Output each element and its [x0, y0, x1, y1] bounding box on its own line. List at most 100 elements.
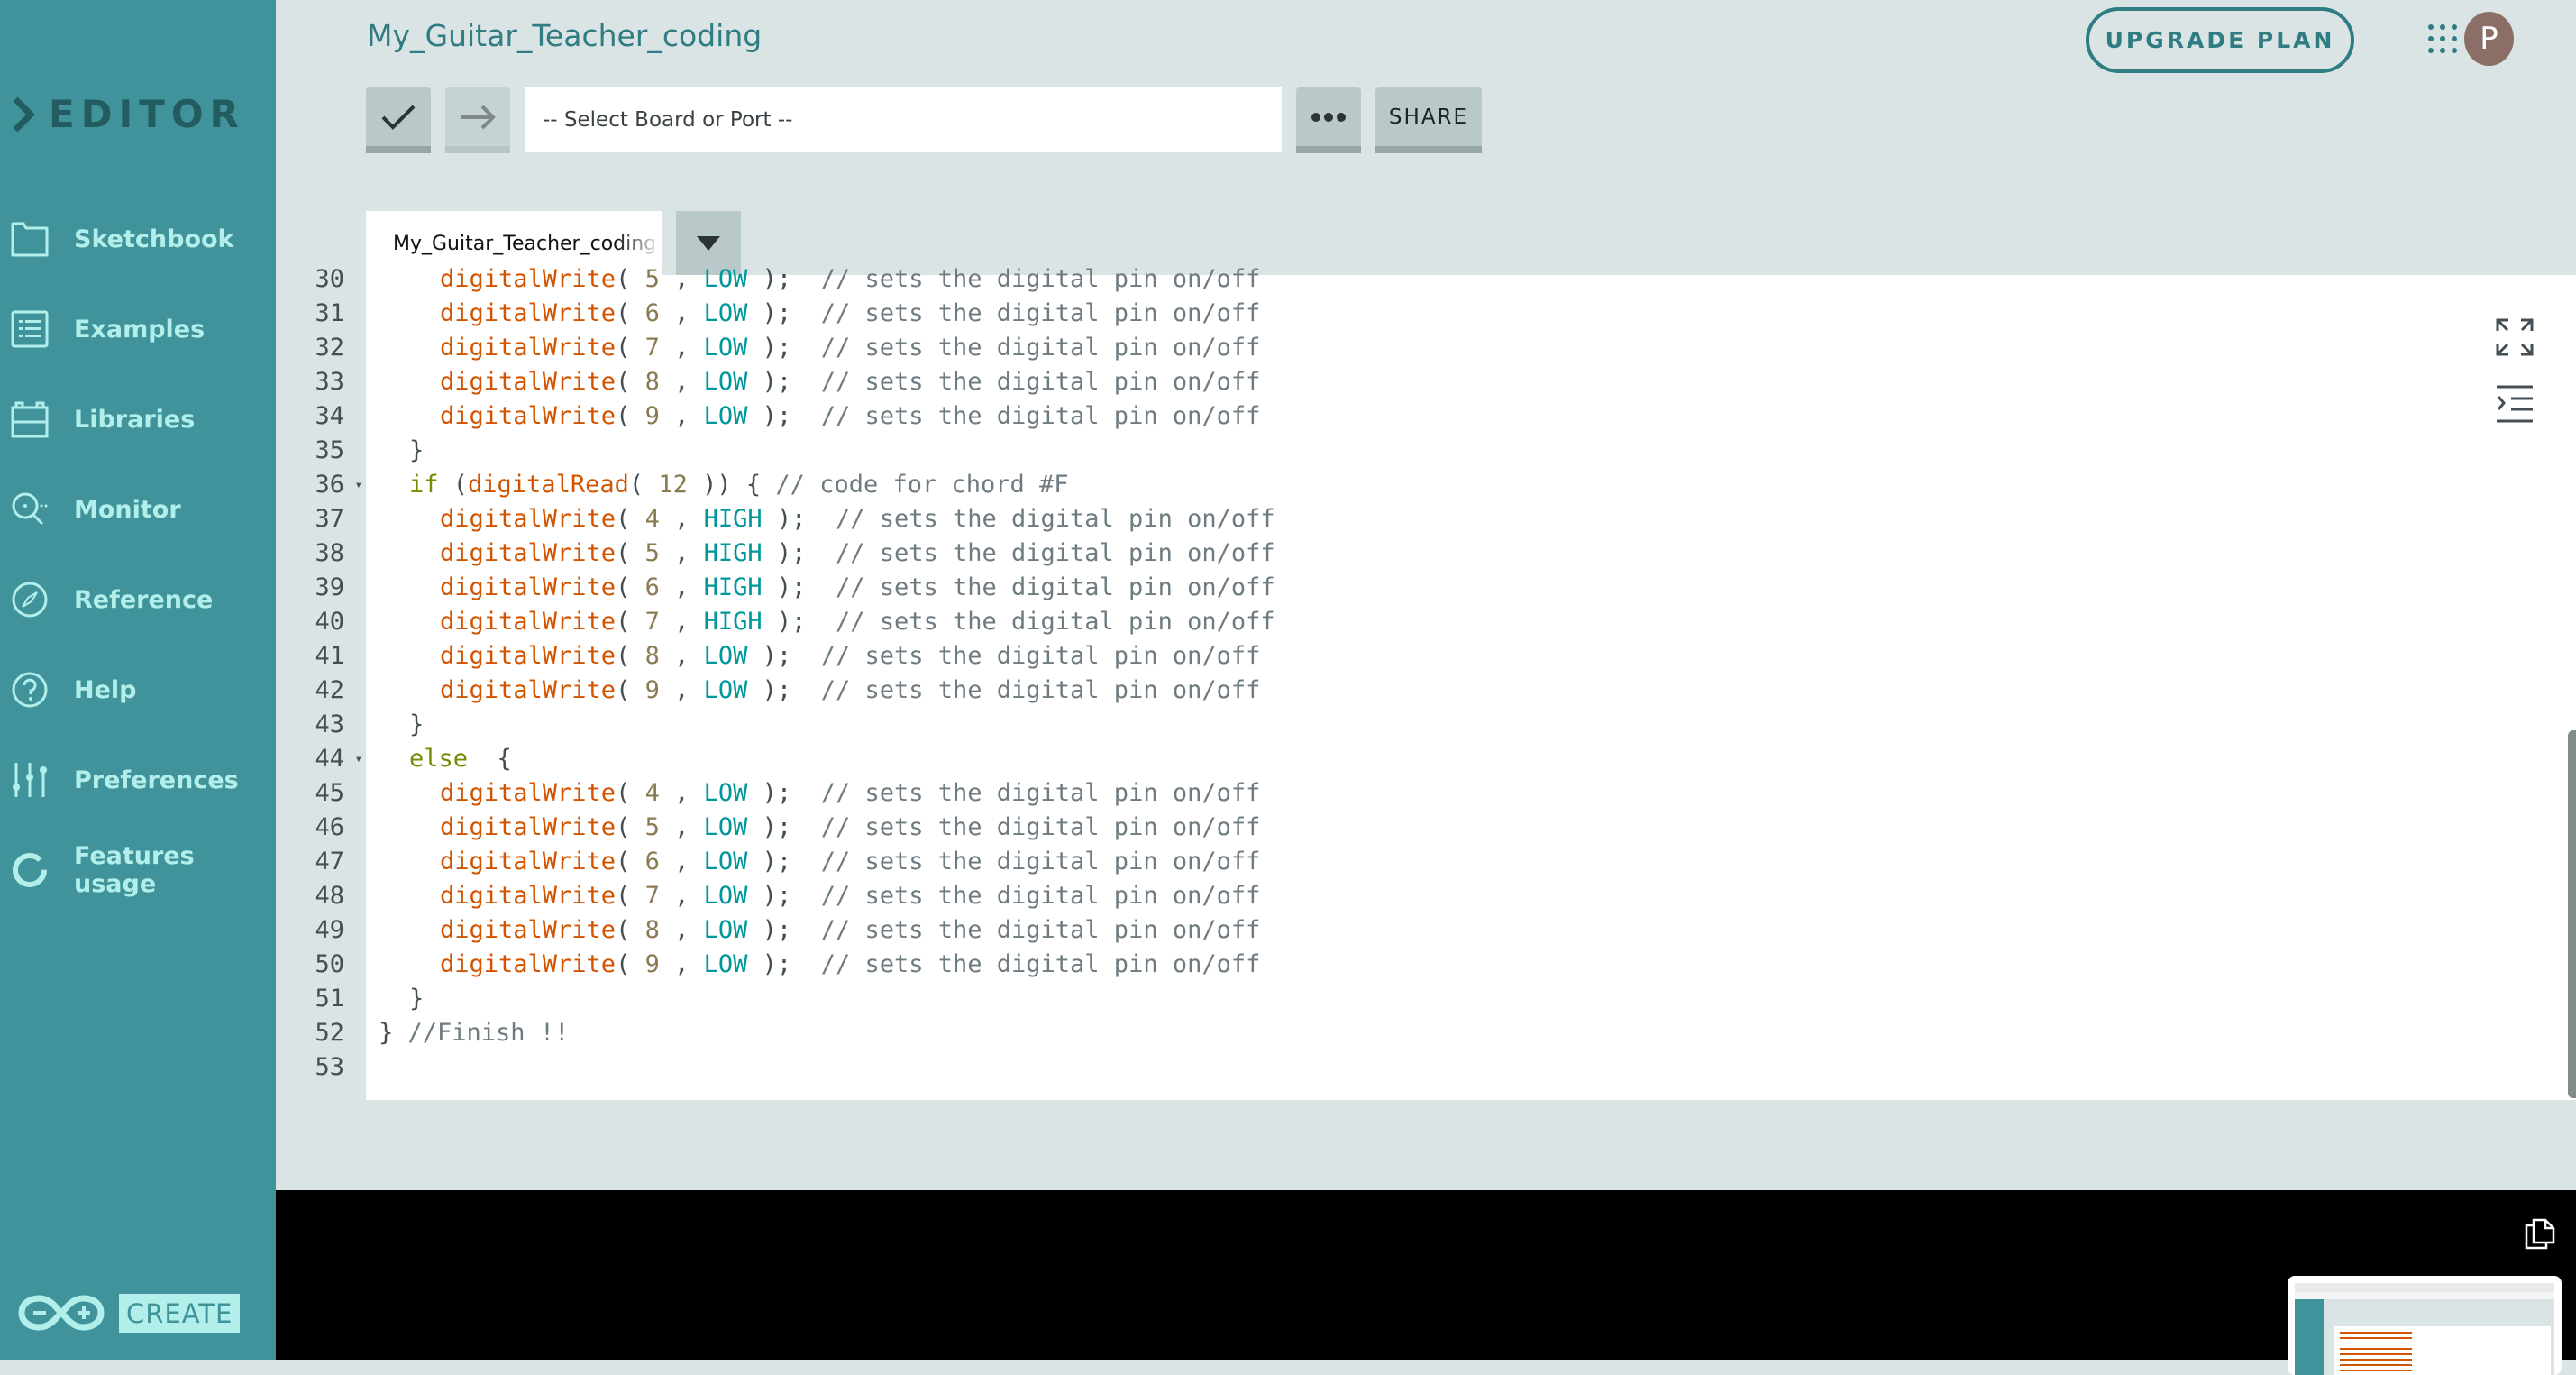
- code-token: digitalWrite: [440, 813, 617, 841]
- code-token: );: [747, 265, 821, 293]
- indent-icon[interactable]: [2495, 384, 2535, 424]
- code-text: digitalWrite( 8 , LOW ); // sets the dig…: [344, 365, 1260, 399]
- upgrade-plan-button[interactable]: UPGRADE PLAN: [2086, 7, 2354, 73]
- code-token: ,: [659, 848, 704, 875]
- line-number: 53: [315, 1053, 344, 1081]
- code-token: 4: [644, 779, 660, 807]
- line-number: 37: [315, 505, 344, 533]
- code-line[interactable]: 53: [276, 1050, 2565, 1085]
- sidebar-item-reference[interactable]: Reference: [11, 577, 213, 622]
- code-token: (: [616, 368, 645, 396]
- sidebar-item-features-usage[interactable]: Features usage: [11, 842, 276, 898]
- code-token: }: [409, 985, 425, 1013]
- code-token: ,: [659, 402, 704, 430]
- line-number: 40: [315, 608, 344, 636]
- sidebar-item-label: Preferences: [74, 765, 239, 794]
- sidebar-item-label: Reference: [74, 585, 214, 614]
- code-line[interactable]: 41 digitalWrite( 8 , LOW ); // sets the d…: [276, 639, 2565, 674]
- line-number: 30: [315, 265, 344, 293]
- sidebar-item-sketchbook[interactable]: Sketchbook: [11, 216, 234, 261]
- apps-grid-icon[interactable]: [2425, 20, 2462, 58]
- code-line[interactable]: 46 digitalWrite( 5 , LOW ); // sets the d…: [276, 811, 2565, 845]
- code-token: (: [616, 882, 645, 910]
- code-line[interactable]: 51}: [276, 982, 2565, 1016]
- code-lines[interactable]: 30 digitalWrite ( 5 , LOW ); // sets the d…: [276, 262, 2565, 1085]
- code-line[interactable]: 39 digitalWrite( 6 , HIGH ); // sets the …: [276, 571, 2565, 605]
- code-token: LOW: [703, 813, 748, 841]
- code-line[interactable]: 43}: [276, 708, 2565, 742]
- code-token: LOW: [703, 676, 748, 704]
- screenshot-thumbnail[interactable]: [2288, 1276, 2562, 1375]
- copy-icon[interactable]: [2524, 1217, 2556, 1250]
- code-text: digitalWrite( 9 , LOW ); // sets the dig…: [344, 399, 1260, 434]
- code-line[interactable]: 34 digitalWrite( 9 , LOW ); // sets the d…: [276, 399, 2565, 434]
- fullscreen-icon[interactable]: [2495, 317, 2535, 357]
- code-text: digitalWrite( 4 , HIGH ); // sets the di…: [344, 502, 1275, 536]
- code-token: 5: [644, 813, 660, 841]
- code-token: LOW: [703, 299, 748, 327]
- sidebar-item-preferences[interactable]: Preferences: [11, 757, 239, 802]
- code-line[interactable]: 37 digitalWrite( 4 , HIGH ); // sets the …: [276, 502, 2565, 536]
- code-token: digitalWrite: [440, 676, 617, 704]
- code-line[interactable]: 40 digitalWrite( 7 , HIGH ); // sets the …: [276, 605, 2565, 639]
- code-line[interactable]: 44 ▾ else {: [276, 742, 2565, 776]
- code-line[interactable]: 35}: [276, 434, 2565, 468]
- help-icon: [11, 671, 49, 709]
- code-text: digitalWrite( 6 , LOW ); // sets the dig…: [344, 297, 1260, 331]
- code-line[interactable]: 45 digitalWrite( 4 , LOW ); // sets the d…: [276, 776, 2565, 811]
- code-token: // sets the digital pin on/off: [835, 573, 1275, 601]
- code-text: digitalWrite( 4 , LOW ); // sets the dig…: [344, 776, 1260, 811]
- more-options-button[interactable]: [1296, 87, 1361, 153]
- code-token: ,: [659, 265, 704, 293]
- code-token: ,: [659, 676, 704, 704]
- code-line[interactable]: 30 digitalWrite( 5 , LOW ); // sets the d…: [276, 262, 2565, 297]
- line-number: 51: [315, 985, 344, 1013]
- code-token: // sets the digital pin on/off: [820, 848, 1261, 875]
- code-line[interactable]: 49 digitalWrite( 8 , LOW ); // sets the d…: [276, 913, 2565, 948]
- code-line[interactable]: 31 digitalWrite( 6 , LOW ); // sets the d…: [276, 297, 2565, 331]
- code-token: LOW: [703, 402, 748, 430]
- folder-icon: [11, 220, 49, 258]
- sidebar-item-examples[interactable]: Examples: [11, 307, 205, 352]
- sidebar-item-libraries[interactable]: Libraries: [11, 397, 195, 442]
- code-line[interactable]: 50 digitalWrite( 9 , LOW ); // sets the d…: [276, 948, 2565, 982]
- code-token: ,: [659, 882, 704, 910]
- code-line[interactable]: 52} //Finish !!: [276, 1016, 2565, 1050]
- thumbnail-preview: [2295, 1283, 2554, 1375]
- thumbnail-code-line: [2340, 1364, 2412, 1366]
- code-token: HIGH: [703, 608, 763, 636]
- code-token: // sets the digital pin on/off: [835, 505, 1275, 533]
- sidebar-item-help[interactable]: Help: [11, 667, 137, 712]
- board-port-select[interactable]: -- Select Board or Port --: [525, 87, 1282, 152]
- line-number: 49: [315, 916, 344, 944]
- line-number: 44 ▾: [276, 742, 362, 776]
- verify-button[interactable]: [366, 87, 431, 153]
- sketch-title[interactable]: My_Guitar_Teacher_coding: [367, 18, 762, 53]
- code-line[interactable]: 33 digitalWrite( 8 , LOW ); // sets the d…: [276, 365, 2565, 399]
- code-line[interactable]: 42 digitalWrite( 9 , LOW ); // sets the d…: [276, 674, 2565, 708]
- code-token: HIGH: [703, 539, 763, 567]
- code-token: digitalWrite: [440, 334, 617, 362]
- line-number: 41: [315, 642, 344, 670]
- code-token: LOW: [703, 368, 748, 396]
- user-avatar[interactable]: P: [2464, 12, 2514, 66]
- code-line[interactable]: 36 ▾ if (digitalRead( 12 )) { // code for …: [276, 468, 2565, 502]
- code-text: digitalWrite( 8 , LOW ); // sets the dig…: [344, 639, 1260, 674]
- code-token: // sets the digital pin on/off: [820, 676, 1261, 704]
- share-button[interactable]: SHARE: [1375, 87, 1482, 153]
- sidebar-item-monitor[interactable]: Monitor: [11, 487, 181, 532]
- code-line[interactable]: 47 digitalWrite( 6 , LOW ); // sets the d…: [276, 845, 2565, 879]
- ellipsis-icon: [1311, 112, 1346, 122]
- code-token: LOW: [703, 950, 748, 978]
- editor-scrollbar[interactable]: [2568, 730, 2576, 1098]
- code-token: // sets the digital pin on/off: [820, 882, 1261, 910]
- line-number: 42: [315, 676, 344, 704]
- code-line[interactable]: 32 digitalWrite( 7 , LOW ); // sets the d…: [276, 331, 2565, 365]
- code-line[interactable]: 38 digitalWrite( 5 , HIGH ); // sets the …: [276, 536, 2565, 571]
- code-token: }: [379, 1019, 408, 1047]
- code-line[interactable]: 48 digitalWrite( 7 , LOW ); // sets the d…: [276, 879, 2565, 913]
- code-token: LOW: [703, 848, 748, 875]
- code-token: // sets the digital pin on/off: [820, 402, 1261, 430]
- library-icon: [11, 400, 49, 438]
- upload-button[interactable]: [445, 87, 510, 153]
